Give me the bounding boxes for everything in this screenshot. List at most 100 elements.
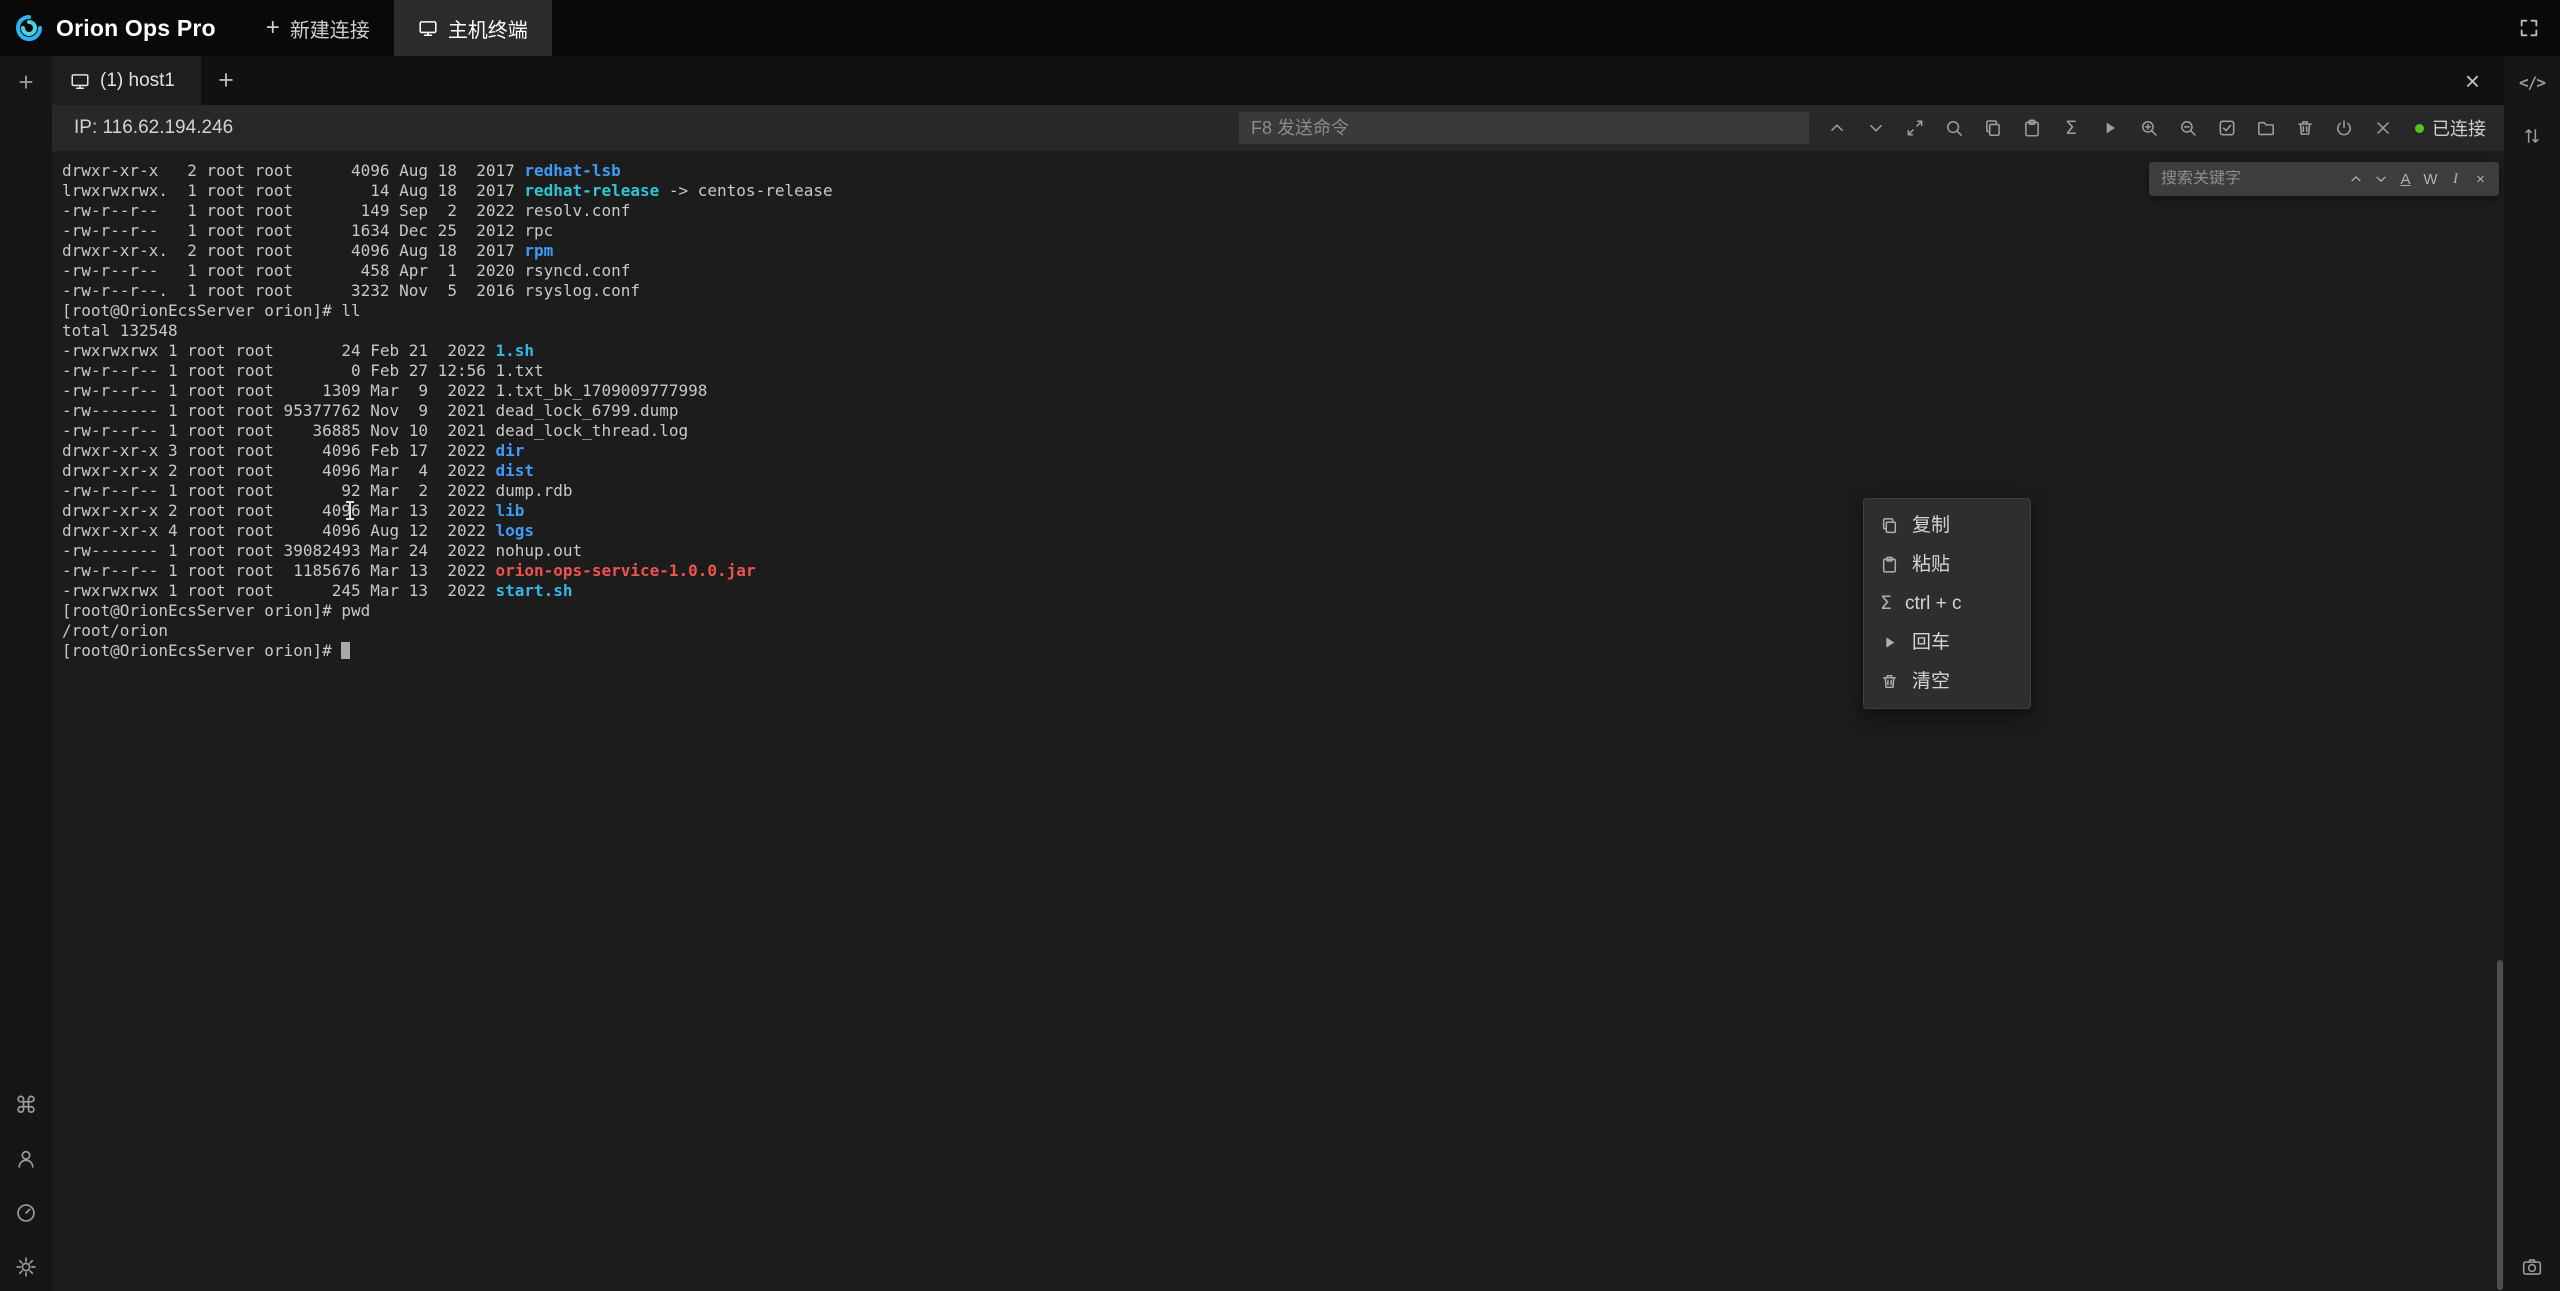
toolbar-zoom-out-button[interactable] — [2172, 112, 2204, 144]
dashboard-gauge-icon[interactable] — [8, 1195, 44, 1231]
toolbar-search-button[interactable] — [1938, 112, 1970, 144]
add-connection-button[interactable]: + — [8, 64, 44, 100]
terminal-line: lrwxrwxrwx. 1 root root 14 Aug 18 2017 r… — [62, 181, 2504, 201]
toolbar-chevron-down-button[interactable] — [1860, 112, 1892, 144]
code-icon[interactable]: </> — [2514, 64, 2550, 100]
toolbar-paste-button[interactable] — [2016, 112, 2048, 144]
top-menu: + 新建连接 主机终端 — [242, 0, 552, 56]
terminal-line: drwxr-xr-x 3 root root 4096 Feb 17 2022 … — [62, 441, 2504, 461]
sigma-icon: Σ — [2065, 119, 2077, 138]
toolbar-expand-button[interactable] — [1899, 112, 1931, 144]
topbar-right — [2518, 0, 2560, 56]
context-menu-item-ctrl-c[interactable]: Σctrl + c — [1864, 584, 2030, 623]
screenshot-camera-icon[interactable] — [2514, 1249, 2550, 1285]
terminal-line: -rw-r--r-- 1 root root 458 Apr 1 2020 rs… — [62, 261, 2504, 281]
terminal-line: -rwxrwxrwx 1 root root 245 Mar 13 2022 s… — [62, 581, 2504, 601]
terminal-context-menu: 复制粘贴 Σctrl + c回车清空 — [1863, 498, 2031, 709]
terminal-icon — [70, 71, 90, 91]
settings-gear-icon[interactable] — [8, 1249, 44, 1285]
close-icon — [2373, 118, 2393, 138]
left-sidebar-bottom: ⌘ — [8, 1087, 44, 1285]
terminal-icon — [418, 18, 438, 38]
terminal-line: -rw-r--r--. 1 root root 3232 Nov 5 2016 … — [62, 281, 2504, 301]
terminal-line: drwxr-xr-x. 2 root root 4096 Aug 18 2017… — [62, 241, 2504, 261]
expand-icon — [1905, 118, 1925, 138]
search-next-button[interactable] — [2368, 166, 2393, 192]
toolbar-copy-button[interactable] — [1977, 112, 2009, 144]
top-bar: Orion Ops Pro + 新建连接 主机终端 — [0, 0, 2560, 56]
mouse-ibeam-cursor — [349, 501, 351, 520]
zoom-in-icon — [2139, 118, 2159, 138]
search-prev-button[interactable] — [2343, 166, 2368, 192]
scrollbar-thumb[interactable] — [2497, 960, 2503, 1290]
terminal-line: -rw-r--r-- 1 root root 92 Mar 2 2022 dum… — [62, 481, 2504, 501]
app-brand: Orion Ops Pro — [0, 0, 242, 56]
right-sidebar: </> — [2504, 56, 2560, 1291]
toolbar-zoom-in-button[interactable] — [2133, 112, 2165, 144]
terminal-lines: drwxr-xr-x 2 root root 4096 Aug 18 2017 … — [62, 161, 2504, 661]
toolbar-close-button[interactable] — [2367, 112, 2399, 144]
tab-label: (1) host1 — [100, 70, 175, 92]
fullscreen-icon[interactable] — [2518, 17, 2540, 39]
trash-icon — [2295, 118, 2315, 138]
terminal-search-bar: AWI× — [2149, 162, 2499, 196]
search-buttons: AWI× — [2343, 166, 2493, 192]
toolbar-play-button[interactable] — [2094, 112, 2126, 144]
terminal-line: -rw-r--r-- 1 root root 0 Feb 27 12:56 1.… — [62, 361, 2504, 381]
chevron-down-icon — [2373, 171, 2389, 187]
power-icon — [2334, 118, 2354, 138]
tabbar-right: × — [2465, 56, 2504, 105]
search-whole-word-button[interactable]: W — [2418, 166, 2443, 192]
new-tab-button[interactable]: + — [201, 56, 251, 105]
app-title: Orion Ops Pro — [56, 15, 216, 42]
checkbox-icon — [2217, 118, 2237, 138]
toolbar-power-button[interactable] — [2328, 112, 2360, 144]
search-close-button[interactable]: × — [2468, 166, 2493, 192]
context-menu-item-enter[interactable]: 回车 — [1864, 623, 2030, 662]
paste-icon — [1880, 555, 1899, 574]
copy-icon — [1880, 516, 1899, 535]
menu-item-new-connection[interactable]: + 新建连接 — [242, 0, 394, 56]
toolbar-trash-button[interactable] — [2289, 112, 2321, 144]
terminal-line: drwxr-xr-x 4 root root 4096 Aug 12 2022 … — [62, 521, 2504, 541]
tab-host1[interactable]: (1) host1 — [52, 56, 201, 105]
search-icon — [1944, 118, 1964, 138]
terminal-line: total 132548 — [62, 321, 2504, 341]
play-icon — [1880, 633, 1899, 652]
context-menu-item-copy[interactable]: 复制 — [1864, 506, 2030, 545]
terminal-line: -rw-r--r-- 1 root root 1634 Dec 25 2012 … — [62, 221, 2504, 241]
toolbar-icons: Σ — [1821, 112, 2399, 144]
user-icon[interactable] — [8, 1141, 44, 1177]
toolbar-folder-button[interactable] — [2250, 112, 2282, 144]
terminal-line: -rw-r--r-- 1 root root 1185676 Mar 13 20… — [62, 561, 2504, 581]
terminal-cursor — [341, 642, 350, 659]
command-shortcut-icon[interactable]: ⌘ — [8, 1087, 44, 1123]
toolbar-sigma-button[interactable]: Σ — [2055, 112, 2087, 144]
context-menu-items: 复制粘贴 Σctrl + c回车清空 — [1864, 506, 2030, 701]
terminal-output[interactable]: drwxr-xr-x 2 root root 4096 Aug 18 2017 … — [52, 151, 2504, 1291]
search-input[interactable] — [2161, 170, 2341, 188]
context-menu-label: 清空 — [1912, 672, 1950, 692]
status-dot-icon — [2415, 124, 2424, 133]
zoom-out-icon — [2178, 118, 2198, 138]
context-menu-label: 粘贴 — [1912, 555, 1950, 575]
center-column: (1) host1 + × IP: 116.62.194.246 Σ 已连接 — [52, 56, 2504, 1291]
connection-status: 已连接 — [2411, 115, 2490, 141]
terminal-line: /root/orion — [62, 621, 2504, 641]
close-icon[interactable]: × — [2465, 68, 2480, 94]
menu-item-host-terminal[interactable]: 主机终端 — [394, 0, 552, 56]
search-match-case-button[interactable]: A — [2393, 166, 2418, 192]
context-menu-label: ctrl + c — [1905, 594, 1961, 614]
play-icon — [2100, 118, 2120, 138]
context-menu-label: 复制 — [1912, 516, 1950, 536]
search-regex-button[interactable]: I — [2443, 166, 2468, 192]
copy-icon — [1983, 118, 2003, 138]
swap-vertical-icon[interactable] — [2514, 118, 2550, 154]
context-menu-item-clear[interactable]: 清空 — [1864, 662, 2030, 701]
context-menu-item-paste[interactable]: 粘贴 — [1864, 545, 2030, 584]
toolbar-chevron-up-button[interactable] — [1821, 112, 1853, 144]
toolbar-checkbox-button[interactable] — [2211, 112, 2243, 144]
command-input[interactable] — [1239, 112, 1809, 144]
terminal-line: [root@OrionEcsServer orion]# ll — [62, 301, 2504, 321]
terminal-line: -rw-r--r-- 1 root root 1309 Mar 9 2022 1… — [62, 381, 2504, 401]
